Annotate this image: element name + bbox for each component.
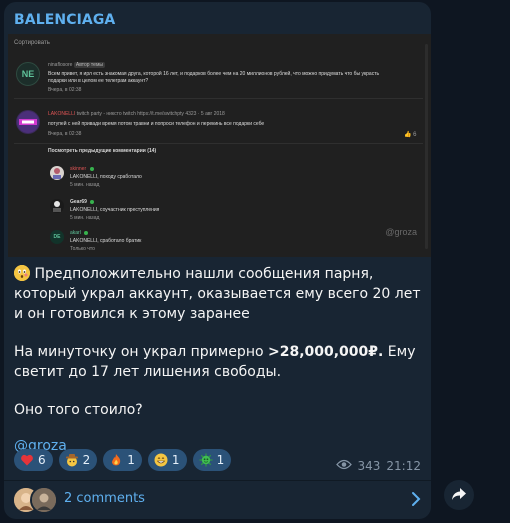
screenshot-scrollbar: [425, 44, 428, 249]
comment-author: ninaflosore: [48, 62, 73, 68]
party-logo-icon: [17, 111, 39, 133]
online-dot: [84, 231, 88, 235]
online-dot: [90, 200, 94, 204]
comment-text: подарки или в целом ее телеграм аккаунт?: [48, 78, 149, 84]
reply-author: Gear69: [70, 199, 87, 205]
reply-time: Только что: [70, 246, 95, 252]
message-paragraph: Предположительно нашли сообщения парня, …: [14, 266, 421, 322]
message-paragraph: Оно того стоило?: [14, 402, 143, 418]
reply-author: akarl: [70, 230, 81, 236]
message-text: Предположительно нашли сообщения парня, …: [14, 264, 424, 474]
reply-text: LAKONELLI, сработало братик: [70, 238, 142, 244]
comment-text: потупей с ней привади время потом травни…: [48, 121, 265, 127]
message-time: 21:12: [386, 459, 421, 473]
user-icon: [53, 201, 61, 212]
comment-author: LAKONELLI: [48, 111, 76, 117]
author-stats: 4323 · 5 авг 2018: [185, 111, 225, 117]
reactions-bar: 6 2 1 1 1: [14, 449, 232, 471]
surprised-face-icon: [14, 265, 30, 281]
reaction-virus[interactable]: 1: [192, 449, 232, 471]
comments-button[interactable]: 2 comments: [4, 481, 431, 519]
comment-time: Вчера, в 02:38: [48, 87, 82, 93]
comment-text: Всем привет, я ирл есть знакомая друга, …: [48, 71, 380, 77]
online-dot: [90, 167, 94, 171]
commenter-avatar: [30, 486, 58, 514]
message-paragraph: На минуточку он украл примерно: [14, 344, 268, 360]
comments-count-label[interactable]: 2 comments: [64, 491, 145, 506]
divider: [14, 98, 423, 99]
reply-text: LAKONELLI, походу сработало: [70, 174, 142, 180]
reaction-cowboy[interactable]: 2: [58, 449, 98, 471]
reaction-heart[interactable]: 6: [14, 449, 53, 471]
cowboy-icon: [65, 453, 79, 467]
thumb-up-icon: 👍: [404, 132, 412, 138]
reply-time: 5 мин. назад: [70, 215, 100, 221]
chevron-right-icon: [411, 491, 421, 511]
avatar: NE: [16, 62, 40, 86]
avatar: [16, 110, 40, 134]
reply-author: skinner: [70, 166, 87, 172]
channel-name[interactable]: BALENCIAGA: [14, 12, 115, 28]
grin-icon: [154, 453, 168, 467]
message-bubble: BALENCIAGA Сортировать NE ninaflosore Ав…: [4, 2, 431, 519]
message-meta: 343 21:12: [335, 459, 421, 473]
like-count[interactable]: 👍 6: [404, 131, 417, 138]
avatar: [50, 199, 64, 213]
fire-icon: [109, 453, 123, 467]
heart-icon: [20, 453, 34, 467]
reply-time: 5 мин. назад: [70, 182, 100, 188]
eye-icon: [335, 459, 352, 473]
reaction-grin[interactable]: 1: [147, 449, 187, 471]
share-arrow-icon: [451, 486, 467, 505]
divider: [14, 143, 423, 144]
watermark: @groza: [385, 227, 417, 237]
attached-screenshot[interactable]: Сортировать NE ninaflosore Автор темы Вс…: [8, 34, 431, 257]
share-button[interactable]: [444, 480, 474, 510]
author-badge: Автор темы: [73, 62, 105, 68]
reaction-fire[interactable]: 1: [103, 449, 142, 471]
view-previous-comments[interactable]: Посмотреть предыдущие комментарии (14): [48, 148, 156, 154]
avatar: [50, 166, 64, 180]
sort-label: Сортировать: [14, 40, 50, 46]
comment-time: Вчера, в 02:38: [48, 131, 82, 137]
user-icon: [53, 168, 61, 179]
stolen-amount: >28,000,000₽.: [267, 344, 384, 360]
author-status: twitch party - никсто twitch https://t.m…: [76, 111, 184, 117]
view-count: 343: [357, 459, 381, 473]
virus-icon: [199, 453, 213, 467]
avatar: DE: [50, 230, 64, 244]
reply-text: LAKONELLI, соучастник преступления: [70, 207, 160, 213]
